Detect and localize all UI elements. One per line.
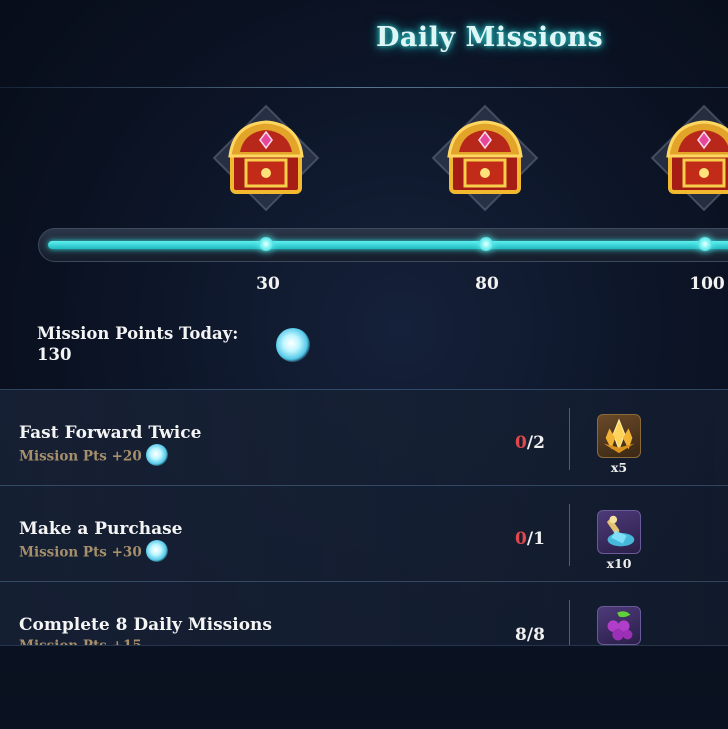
mission-points-value: 130 bbox=[37, 345, 72, 364]
reward-quantity: x10 bbox=[606, 556, 632, 571]
mission-pts-text: Mission Pts +30 bbox=[19, 544, 142, 561]
mission-progress-total: /8 bbox=[526, 625, 545, 645]
milestone-chest-2[interactable] bbox=[425, 98, 545, 218]
row-divider bbox=[569, 504, 570, 566]
reward-quantity: x5 bbox=[610, 460, 628, 475]
milestone-label-1: 30 bbox=[256, 274, 280, 294]
page-title: Daily Missions bbox=[376, 22, 604, 53]
mission-pts-text: Mission Pts +20 bbox=[19, 448, 142, 465]
milestone-label-3: 100 bbox=[689, 274, 725, 294]
progress-fill bbox=[48, 241, 728, 249]
mission-row: Fast Forward Twice Mission Pts +20 0/2 x… bbox=[0, 390, 728, 486]
reward-item[interactable] bbox=[597, 606, 641, 645]
milestone-label-2: 80 bbox=[475, 274, 499, 294]
mission-point-orb-icon bbox=[276, 328, 310, 362]
row-divider bbox=[569, 600, 570, 645]
milestone-node-3 bbox=[698, 237, 712, 251]
mission-progress: 8/8 bbox=[500, 625, 560, 645]
mission-points-today: Mission Points Today: 130 bbox=[37, 323, 238, 365]
mission-name: Complete 8 Daily Missions bbox=[19, 615, 272, 635]
milestone-node-1 bbox=[259, 237, 273, 251]
mission-name: Make a Purchase bbox=[19, 519, 183, 539]
mission-progress-total: /1 bbox=[526, 529, 545, 549]
milestone-chest-3[interactable] bbox=[644, 98, 728, 218]
mission-progress: 0/1 bbox=[500, 529, 560, 549]
mission-pts: Mission Pts +30 bbox=[19, 540, 169, 564]
mission-progress-current: 8 bbox=[515, 625, 527, 645]
reward-item[interactable] bbox=[597, 414, 641, 458]
mission-progress-current: 0 bbox=[515, 529, 527, 549]
mission-progress-current: 0 bbox=[515, 433, 527, 453]
mission-point-orb-icon bbox=[146, 540, 169, 562]
mission-progress-total: /2 bbox=[526, 433, 545, 453]
mission-row: Make a Purchase Mission Pts +30 0/1 x10 bbox=[0, 486, 728, 582]
gold-crystal-icon bbox=[603, 418, 635, 454]
title-divider bbox=[0, 87, 728, 88]
reward-item[interactable] bbox=[597, 510, 641, 554]
treasure-chest-icon bbox=[431, 104, 539, 212]
grape-icon bbox=[607, 611, 633, 641]
mission-name: Fast Forward Twice bbox=[19, 423, 202, 443]
bottom-panel bbox=[0, 645, 728, 729]
milestone-chest-1[interactable] bbox=[206, 98, 326, 218]
milestone-node-2 bbox=[479, 237, 493, 251]
row-divider bbox=[569, 408, 570, 470]
mission-point-orb-icon bbox=[146, 444, 169, 466]
treasure-chest-icon bbox=[650, 104, 728, 212]
potion-icon bbox=[607, 515, 635, 547]
treasure-chest-icon bbox=[212, 104, 320, 212]
mission-pts: Mission Pts +20 bbox=[19, 444, 169, 468]
mission-points-label: Mission Points Today: bbox=[37, 324, 239, 343]
mission-progress: 0/2 bbox=[500, 433, 560, 453]
